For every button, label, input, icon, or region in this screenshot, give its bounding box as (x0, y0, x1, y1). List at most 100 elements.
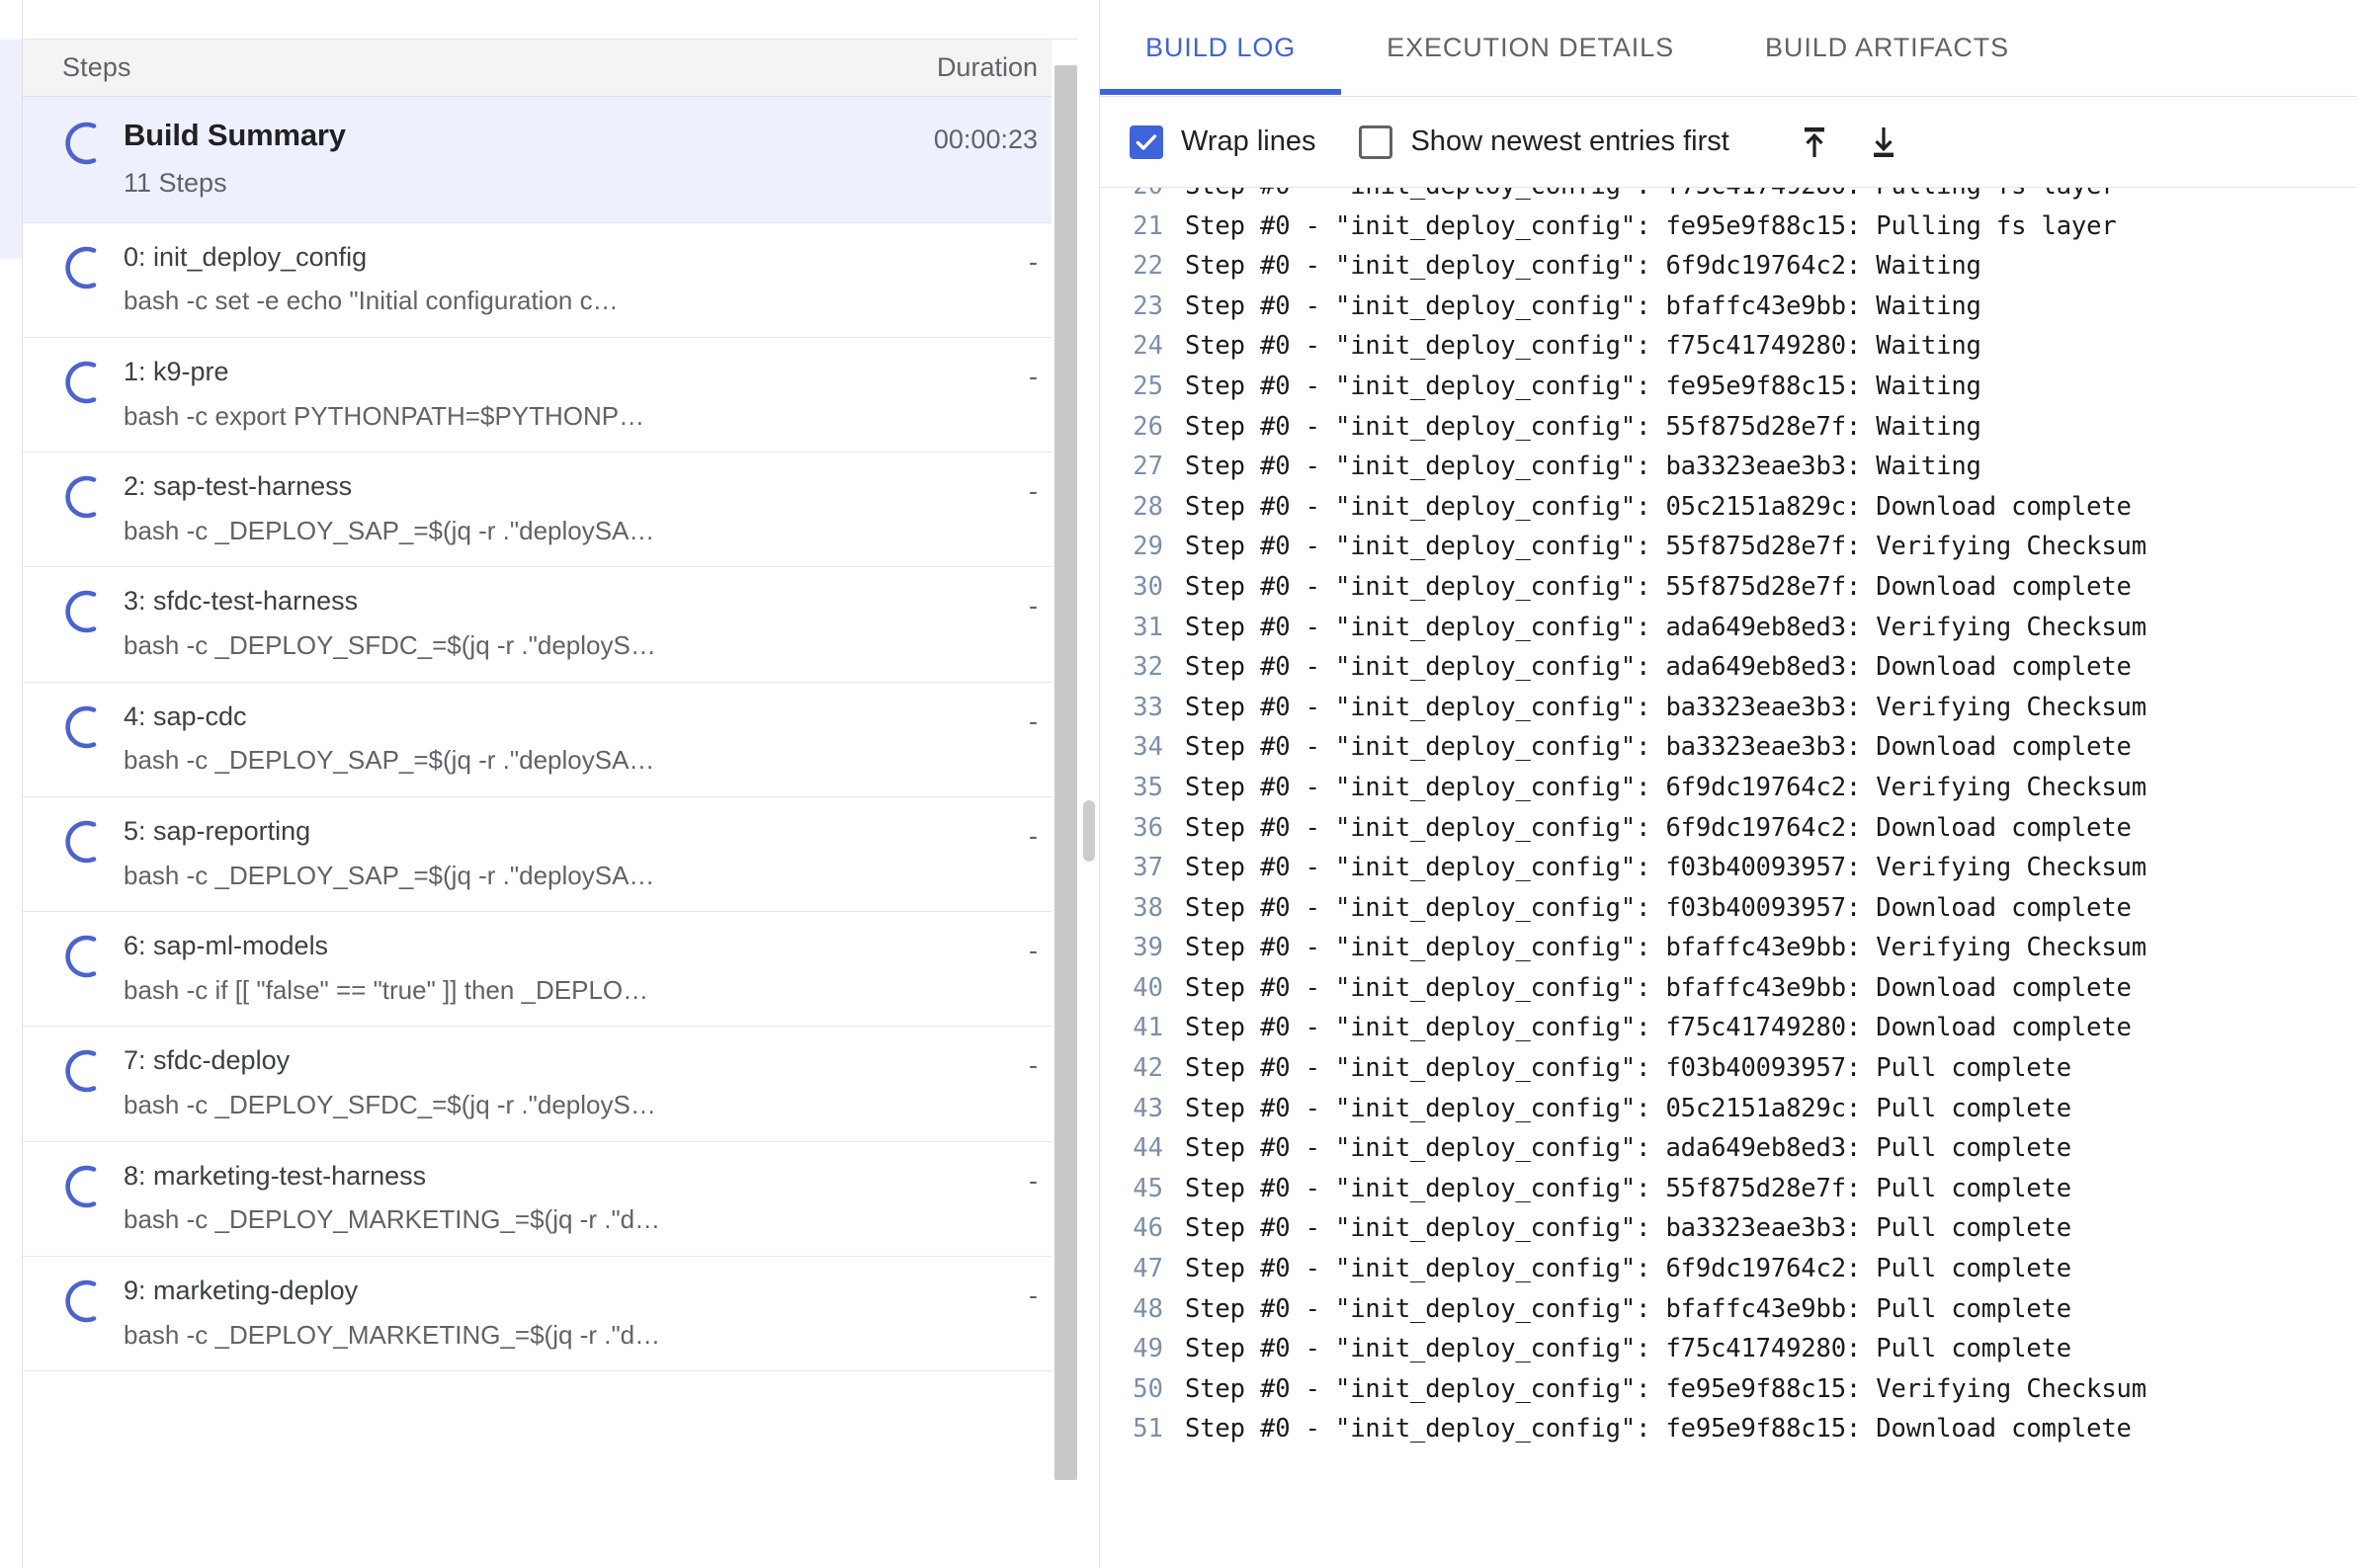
log-line-text: Step #0 - "init_deploy_config": fe95e9f8… (1185, 371, 1981, 401)
log-line-number: 29 (1133, 532, 1163, 562)
log-line-text: Step #0 - "init_deploy_config": ba3323ea… (1185, 452, 1981, 482)
step-row[interactable]: 8: marketing-test-harness bash -c _DEPLOY… (23, 1141, 1077, 1257)
step-row[interactable]: 5: sap-reporting bash -c _DEPLOY_SAP_=$(j… (23, 796, 1077, 912)
steps-scrollbar-thumb[interactable] (1054, 65, 1077, 1480)
log-line-text: Step #0 - "init_deploy_config": 6f9dc197… (1185, 812, 2132, 843)
step-command: bash -c _DEPLOY_SAP_=$(jq -r ."deploySA… (124, 860, 655, 890)
wrap-lines-label: Wrap lines (1181, 125, 1316, 157)
steps-scrollbar[interactable] (1052, 40, 1077, 1568)
build-log-lines: 20Step #0 - "init_deploy_config": f75c41… (1100, 188, 2357, 1449)
log-line-number: 42 (1133, 1053, 1163, 1084)
jump-to-top-icon[interactable] (1787, 115, 1842, 170)
tab-execution-details[interactable]: Execution details (1341, 0, 1720, 95)
log-line-number: 51 (1133, 1414, 1163, 1444)
log-line-text: Step #0 - "init_deploy_config": 05c2151a… (1185, 491, 2132, 522)
step-body: 8: marketing-test-harness bash -c _DEPLOY… (124, 1160, 1008, 1236)
wrap-lines-checkbox[interactable]: Wrap lines (1130, 124, 1316, 159)
log-line: 36 Step #0 - "init_deploy_config": 6f9dc1… (1100, 808, 2357, 849)
log-line: 39 Step #0 - "init_deploy_config": bfaffc… (1100, 928, 2357, 968)
step-name: 6: sap-ml-models (124, 931, 329, 960)
loading-spinner-icon (62, 245, 108, 290)
step-command: bash -c _DEPLOY_SAP_=$(jq -r ."deploySA… (124, 515, 655, 545)
log-line-number: 21 (1133, 210, 1163, 241)
log-line: 48 Step #0 - "init_deploy_config": bfaffc… (1100, 1289, 2357, 1330)
log-line-number: 36 (1133, 812, 1163, 843)
step-name: 9: marketing-deploy (124, 1275, 359, 1305)
log-line-number: 45 (1133, 1173, 1163, 1203)
loading-spinner-icon (62, 704, 108, 750)
step-body: 2: sap-test-harness bash -c _DEPLOY_SAP_=… (124, 470, 1008, 546)
steps-panel: Steps Duration Build Summary 11 Steps 00… (22, 0, 1077, 1568)
loading-spinner-icon (62, 589, 108, 634)
steps-list[interactable]: Build Summary 11 Steps 00:00:23 0: init_… (23, 97, 1077, 1568)
log-line-number: 37 (1133, 853, 1163, 883)
step-name: 1: k9-pre (124, 356, 229, 386)
step-row[interactable]: 4: sap-cdc bash -c _DEPLOY_SAP_=$(jq -r .… (23, 682, 1077, 797)
step-name: 0: init_deploy_config (124, 241, 368, 272)
log-line: 41 Step #0 - "init_deploy_config": f75c41… (1100, 1008, 2357, 1048)
step-row[interactable]: 3: sfdc-test-harness bash -c _DEPLOY_SFDC… (23, 567, 1077, 683)
step-row[interactable]: 1: k9-pre bash -c export PYTHONPATH=$PYTH… (23, 337, 1077, 453)
log-line-text: Step #0 - "init_deploy_config": f75c4174… (1185, 1013, 2132, 1043)
log-line: 22 Step #0 - "init_deploy_config": 6f9dc1… (1100, 246, 2357, 287)
log-scrollbar-thumb[interactable] (1083, 800, 1095, 862)
left-edge-strip-fill-lower (0, 259, 22, 1568)
log-line-text: Step #0 - "init_deploy_config": ada649eb… (1185, 1133, 2071, 1164)
build-log-panel: Build log Execution details Build artifact… (1099, 0, 2357, 1568)
checkbox-checked-icon[interactable] (1130, 124, 1163, 159)
log-line-text: Step #0 - "init_deploy_config": bfaffc43… (1185, 933, 2147, 963)
log-line: 35 Step #0 - "init_deploy_config": 6f9dc1… (1100, 768, 2357, 808)
checkbox-unchecked-icon[interactable] (1359, 124, 1393, 159)
step-row[interactable]: 7: sfdc-deploy bash -c _DEPLOY_SFDC_=$(jq… (23, 1027, 1077, 1142)
tab-build-artifacts[interactable]: Build artifacts (1720, 0, 2055, 95)
loading-spinner-icon (62, 474, 108, 520)
log-line-number: 33 (1133, 692, 1163, 722)
log-line: 44 Step #0 - "init_deploy_config": ada649… (1100, 1128, 2357, 1169)
log-line: 46 Step #0 - "init_deploy_config": ba3323… (1100, 1208, 2357, 1249)
log-line-number: 41 (1133, 1013, 1163, 1043)
log-line-text: Step #0 - "init_deploy_config": f03b4009… (1185, 892, 2132, 923)
step-row[interactable]: 6: sap-ml-models bash -c if [[ "false" ==… (23, 912, 1077, 1028)
log-line-number: 35 (1133, 772, 1163, 802)
step-name: 8: marketing-test-harness (124, 1160, 427, 1191)
loading-spinner-icon (62, 1279, 108, 1324)
loading-spinner-icon (62, 819, 108, 865)
log-line: 20Step #0 - "init_deploy_config": f75c41… (1100, 188, 2357, 206)
left-edge-strip (0, 0, 22, 1568)
loading-spinner-icon (62, 360, 108, 405)
build-summary-row[interactable]: Build Summary 11 Steps 00:00:23 (23, 97, 1077, 223)
step-row[interactable]: 0: init_deploy_config bash -c set -e echo… (23, 222, 1077, 338)
step-rows-container: 0: init_deploy_config bash -c set -e echo… (23, 222, 1077, 1371)
log-line-number: 24 (1133, 331, 1163, 362)
step-row[interactable]: 9: marketing-deploy bash -c _DEPLOY_MARKE… (23, 1256, 1077, 1371)
step-row[interactable]: 2: sap-test-harness bash -c _DEPLOY_SAP_=… (23, 453, 1077, 568)
log-line-text: Step #0 - "init_deploy_config": bfaffc43… (1185, 290, 1981, 321)
step-duration: - (1029, 476, 1038, 506)
log-line: 42 Step #0 - "init_deploy_config": f03b40… (1100, 1048, 2357, 1089)
log-line-text: Step #0 - "init_deploy_config": 05c2151a… (1185, 1093, 2071, 1123)
step-duration: - (1029, 820, 1038, 851)
show-newest-entries-first-checkbox[interactable]: Show newest entries first (1359, 124, 1729, 159)
log-line-number: 27 (1133, 452, 1163, 482)
log-line-text: Step #0 - "init_deploy_config": f75c4174… (1185, 1334, 2071, 1364)
log-line-text: Step #0 - "init_deploy_config": f75c4174… (1185, 188, 2117, 206)
jump-to-bottom-icon[interactable] (1856, 115, 1911, 170)
build-log-output[interactable]: 20Step #0 - "init_deploy_config": f75c41… (1100, 188, 2357, 1568)
log-line-number: 23 (1133, 290, 1163, 321)
duration-column-header: Duration (936, 52, 1038, 82)
log-line-text: Step #0 - "init_deploy_config": 55f875d2… (1185, 532, 2147, 562)
log-line-number: 22 (1133, 251, 1163, 282)
step-command: bash -c _DEPLOY_SFDC_=$(jq -r ."deployS… (124, 1090, 656, 1119)
build-details-page: Steps Duration Build Summary 11 Steps 00… (0, 0, 2357, 1568)
steps-panel-top-gap (23, 0, 1077, 40)
step-name: 2: sap-test-harness (124, 471, 353, 501)
log-line-number: 44 (1133, 1133, 1163, 1164)
tab-build-log[interactable]: Build log (1100, 0, 1342, 95)
log-line-text: Step #0 - "init_deploy_config": bfaffc43… (1185, 1293, 2071, 1324)
log-line-number: 20 (1100, 188, 1185, 206)
step-command: bash -c _DEPLOY_MARKETING_=$(jq -r ."d… (124, 1319, 661, 1350)
log-line: 47 Step #0 - "init_deploy_config": 6f9dc1… (1100, 1249, 2357, 1289)
log-line: 26 Step #0 - "init_deploy_config": 55f875… (1100, 407, 2357, 448)
log-line: 34 Step #0 - "init_deploy_config": ba3323… (1100, 727, 2357, 768)
log-line-text: Step #0 - "init_deploy_config": f03b4009… (1185, 853, 2147, 883)
